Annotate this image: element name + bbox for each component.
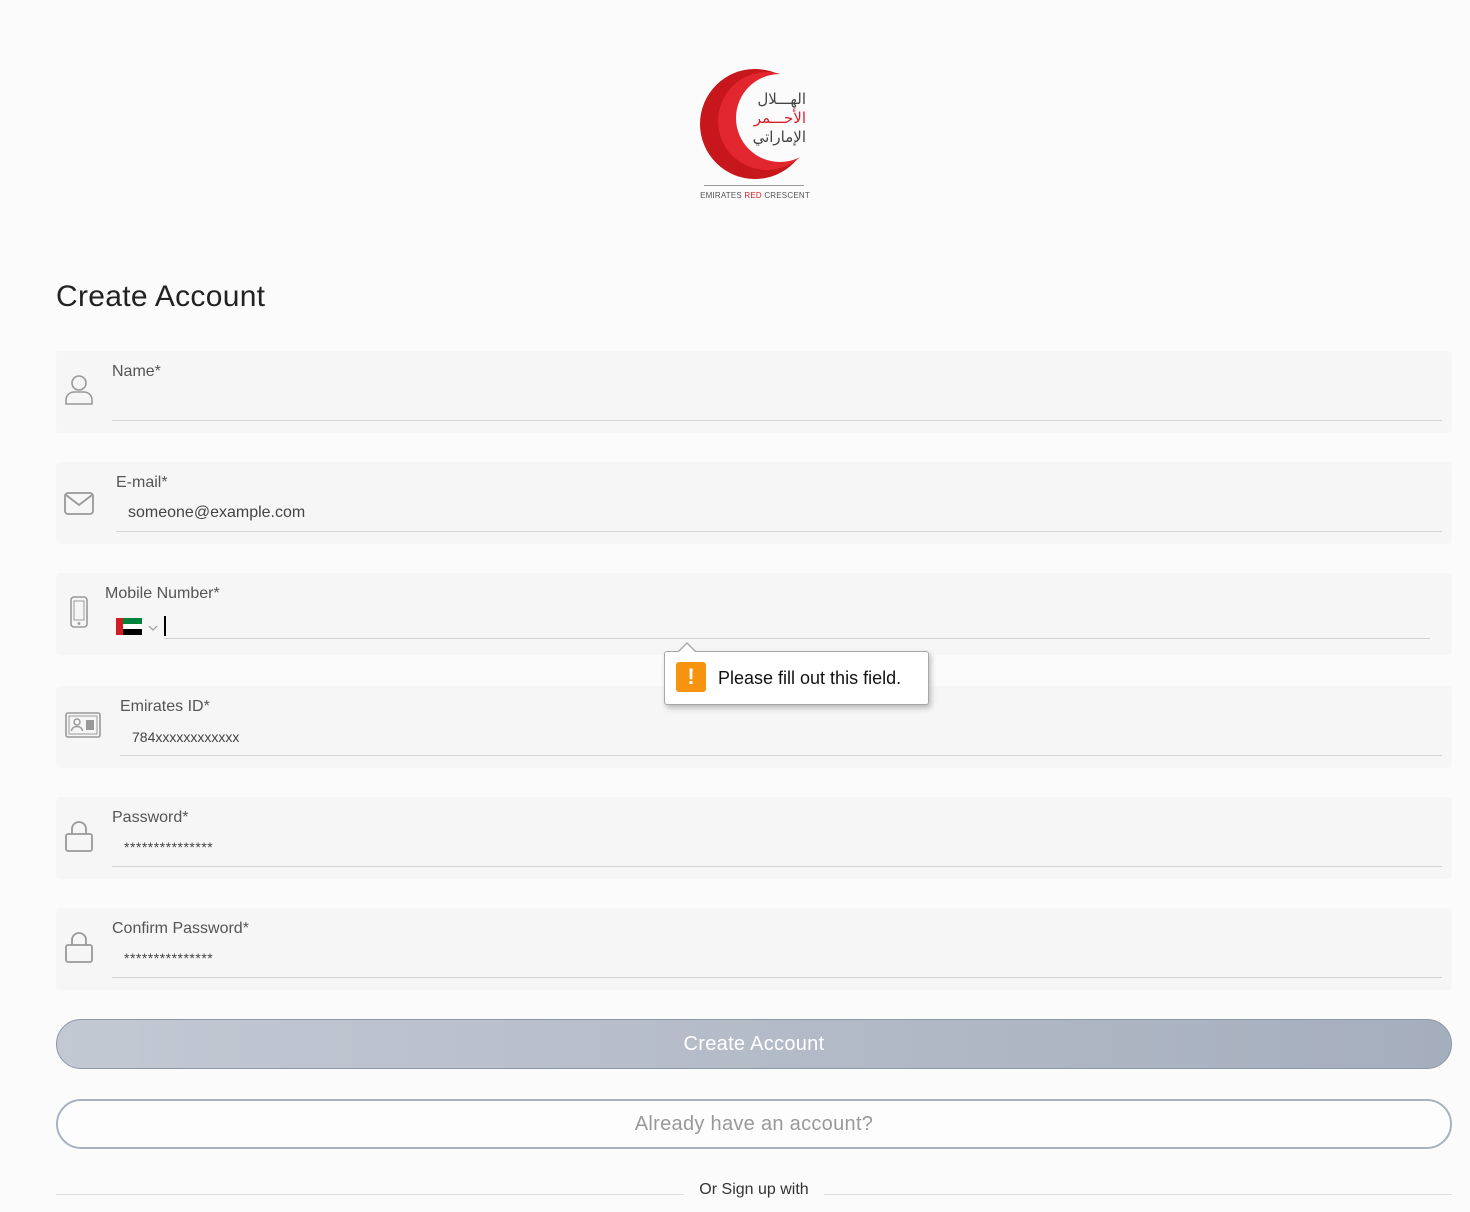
validation-tooltip: ! Please fill out this field. [664, 642, 929, 705]
lock-icon [65, 821, 93, 852]
uae-flag-icon[interactable] [116, 618, 142, 636]
confirm-password-label: Confirm Password* [112, 920, 249, 937]
divider-right [824, 1194, 1452, 1195]
divider-left [56, 1194, 684, 1195]
emirates-id-input[interactable]: 784xxxxxxxxxxxx [132, 729, 239, 745]
user-icon [65, 375, 93, 405]
warning-icon: ! [676, 662, 706, 692]
confirm-password-input[interactable]: *************** [124, 950, 213, 966]
name-field[interactable]: Name* [56, 351, 1452, 433]
emirates-id-label: Emirates ID* [120, 698, 210, 715]
validation-message: Please fill out this field. [718, 668, 902, 688]
password-label: Password* [112, 809, 189, 826]
mobile-number-field[interactable]: Mobile Number* [56, 573, 1452, 655]
logo-caption: EMIRATES RED CRESCENT [700, 191, 810, 200]
confirm-password-field[interactable]: Confirm Password* *************** [56, 908, 1452, 990]
text-caret [164, 616, 166, 636]
envelope-icon [64, 492, 94, 515]
password-input[interactable]: *************** [124, 839, 213, 855]
password-field[interactable]: Password* *************** [56, 797, 1452, 879]
email-label: E-mail* [116, 474, 168, 491]
mobile-phone-icon [70, 596, 88, 628]
password-underline [112, 866, 1442, 867]
or-sign-up-with-text: Or Sign up with [699, 1181, 809, 1198]
emirates-id-underline [120, 755, 1442, 756]
logo-divider [704, 185, 804, 186]
name-label: Name* [112, 363, 161, 380]
mobile-number-underline [164, 638, 1430, 639]
mobile-number-label: Mobile Number* [105, 585, 220, 602]
emirates-red-crescent-logo: الهـــلال الأحـــمر الإماراتي EMIRATES R… [700, 64, 810, 208]
logo-arabic-text: الهـــلال الأحـــمر الإماراتي [752, 90, 806, 146]
create-account-button[interactable]: Create Account [56, 1019, 1452, 1069]
name-underline [112, 420, 1442, 421]
lock-icon [65, 932, 93, 963]
email-underline [116, 531, 1442, 532]
chevron-down-icon[interactable] [148, 624, 158, 632]
page-title: Create Account [56, 280, 266, 313]
confirm-password-underline [112, 977, 1442, 978]
email-field[interactable]: E-mail* someone@example.com [56, 462, 1452, 544]
already-have-account-button[interactable]: Already have an account? [56, 1099, 1452, 1149]
email-input[interactable]: someone@example.com [128, 504, 305, 522]
id-card-icon [65, 712, 101, 738]
